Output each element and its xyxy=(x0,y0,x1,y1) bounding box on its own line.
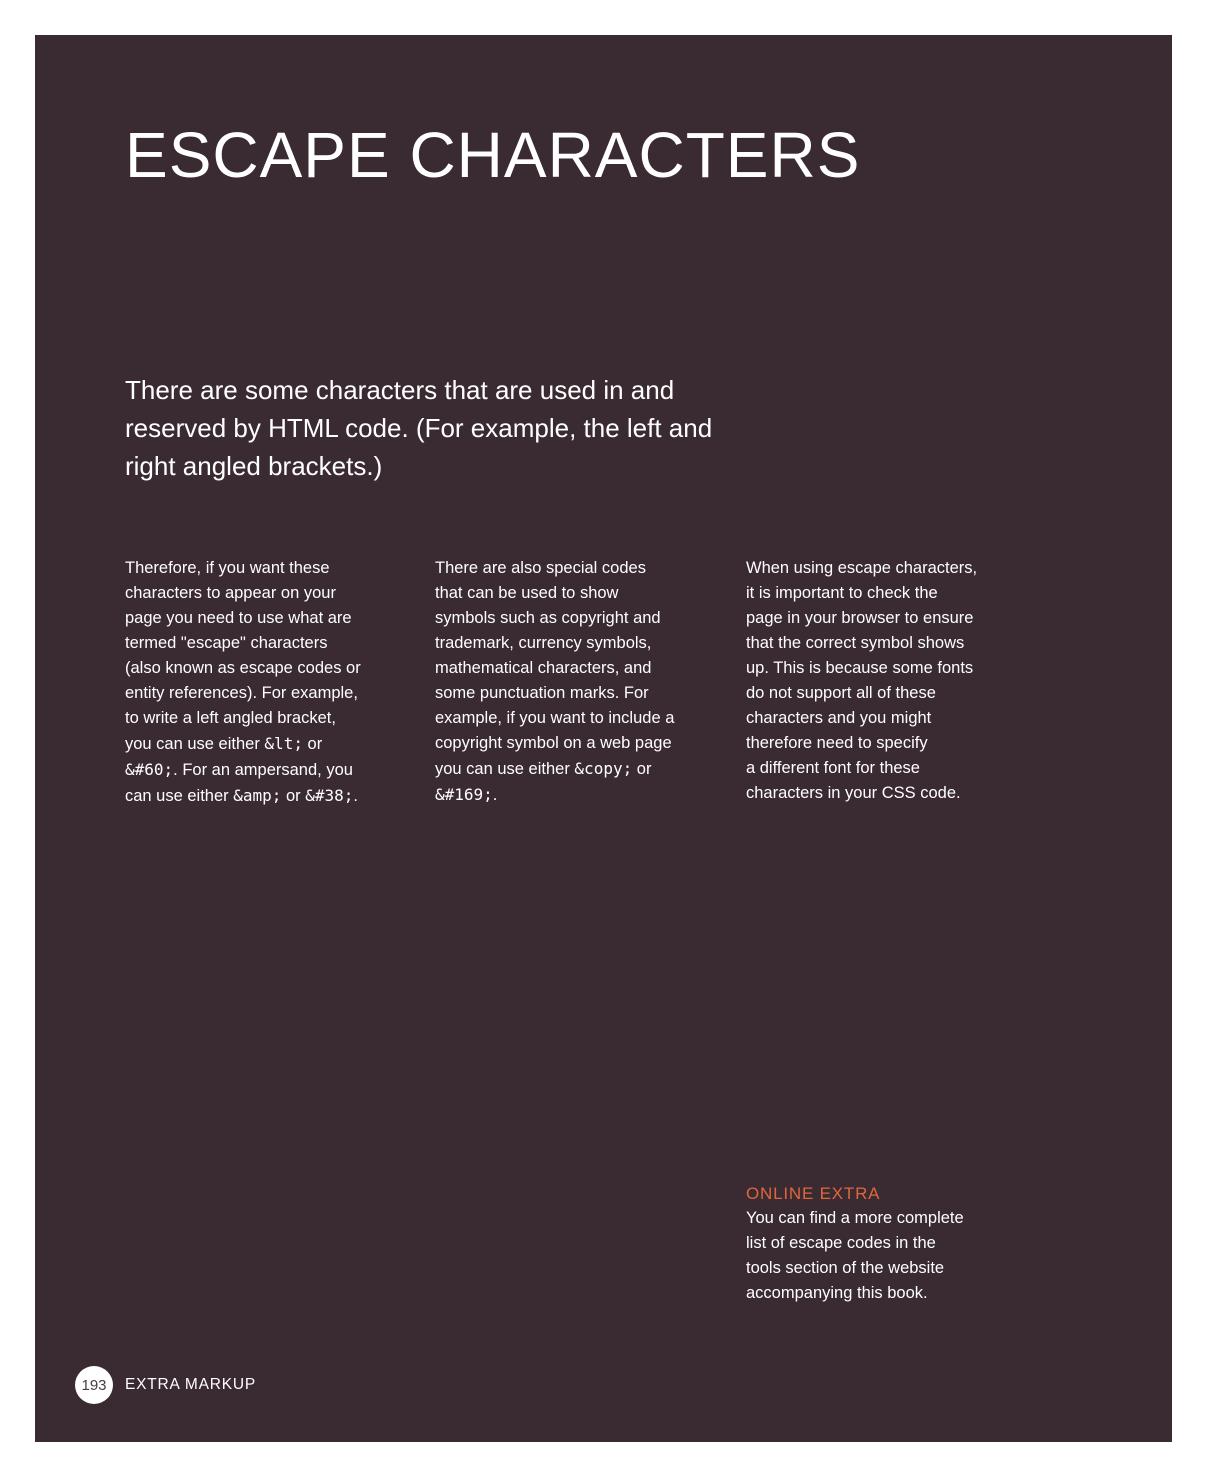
page-footer: 193 EXTRA MARKUP xyxy=(75,1366,256,1404)
section-label: EXTRA MARKUP xyxy=(125,1376,257,1393)
text-line: that the correct symbol shows xyxy=(746,634,965,652)
text-line: page in your browser to ensure xyxy=(746,609,974,627)
text-segment: or xyxy=(302,735,323,753)
text-line: can use either &amp; or &#38;. xyxy=(125,783,400,809)
text-line: &#60;. For an ampersand, you xyxy=(125,757,400,783)
text-line: characters and you might xyxy=(746,709,932,727)
code-amp: &amp; xyxy=(233,786,282,805)
text-line: You can find a more complete xyxy=(746,1209,964,1227)
body-column-3: When using escape characters, it is impo… xyxy=(746,556,1021,806)
online-extra-heading: ONLINE EXTRA xyxy=(746,1184,881,1203)
text-line: There are also special codes xyxy=(435,559,646,577)
page-panel: ESCAPE CHARACTERS There are some charact… xyxy=(35,35,1172,1442)
text-line: page you need to use what are xyxy=(125,609,352,627)
body-column-1: Therefore, if you want these characters … xyxy=(125,556,400,809)
online-extra-box: ONLINE EXTRA You can find a more complet… xyxy=(746,1182,1021,1306)
text-line: Therefore, if you want these xyxy=(125,559,330,577)
text-segment: or xyxy=(281,787,306,805)
text-line: example, if you want to include a xyxy=(435,709,675,727)
text-line: When using escape characters, xyxy=(746,559,978,577)
online-extra-text: You can find a more complete list of esc… xyxy=(746,1206,1021,1306)
text-segment: . xyxy=(492,786,498,804)
text-segment: or xyxy=(632,760,652,778)
text-line: accompanying this book. xyxy=(746,1284,928,1302)
code-38: &#38; xyxy=(305,786,354,805)
code-60: &#60; xyxy=(125,760,174,779)
text-line: characters in your CSS code. xyxy=(746,784,961,802)
text-line: do not support all of these xyxy=(746,684,936,702)
page-number-badge: 193 xyxy=(75,1366,113,1404)
text-line: tools section of the website xyxy=(746,1259,945,1277)
text-line: some punctuation marks. For xyxy=(435,684,649,702)
text-line: it is important to check the xyxy=(746,584,938,602)
text-line: symbols such as copyright and xyxy=(435,609,661,627)
body-column-2: There are also special codes that can be… xyxy=(435,556,710,808)
text-segment: you can use either xyxy=(125,735,265,753)
text-line: characters to appear on your xyxy=(125,584,336,602)
text-segment: . For an ampersand, you xyxy=(173,761,353,779)
text-segment: you can use either xyxy=(435,760,575,778)
text-segment: can use either xyxy=(125,787,234,805)
text-line: you can use either &copy; or xyxy=(435,756,710,782)
text-line: (also known as escape codes or xyxy=(125,659,361,677)
text-line: &#169;. xyxy=(435,782,710,808)
code-copy: &copy; xyxy=(574,759,633,778)
code-169: &#169; xyxy=(435,785,493,804)
text-line: trademark, currency symbols, xyxy=(435,634,652,652)
intro-paragraph: There are some characters that are used … xyxy=(125,375,713,481)
text-line: termed "escape" characters xyxy=(125,634,328,652)
text-line: mathematical characters, and xyxy=(435,659,652,677)
page-title: ESCAPE CHARACTERS xyxy=(125,119,861,191)
text-line: therefore need to specify xyxy=(746,734,928,752)
text-line: copyright symbol on a web page xyxy=(435,734,672,752)
text-line: that can be used to show xyxy=(435,584,619,602)
code-lt: &lt; xyxy=(264,734,303,753)
text-line: you can use either &lt; or xyxy=(125,731,400,757)
text-line: to write a left angled bracket, xyxy=(125,709,336,727)
text-line: list of escape codes in the xyxy=(746,1234,936,1252)
text-segment: . xyxy=(353,787,359,805)
text-line: entity references). For example, xyxy=(125,684,358,702)
text-line: a different font for these xyxy=(746,759,920,777)
text-line: up. This is because some fonts xyxy=(746,659,974,677)
